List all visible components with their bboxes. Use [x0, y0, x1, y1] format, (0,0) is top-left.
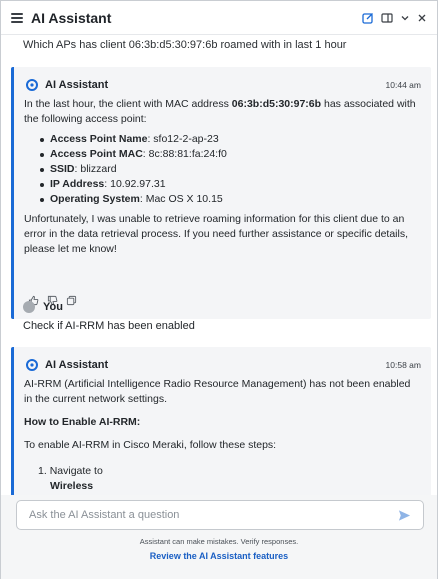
close-icon[interactable] [417, 13, 427, 23]
sender-name: AI Assistant [45, 79, 109, 91]
page-title: AI Assistant [31, 9, 112, 26]
header-bar: AI Assistant [1, 1, 437, 35]
message-intro: In the last hour, the client with MAC ad… [24, 98, 416, 125]
message-intro: AI-RRM (Artificial Intelligence Radio Re… [24, 378, 411, 405]
list-item: Access Point MAC: 8c:88:81:fa:24:f0 [38, 147, 227, 162]
user-message-text: Check if AI-RRM has been enabled [23, 320, 195, 332]
side-panel-icon[interactable] [381, 12, 393, 24]
copy-icon[interactable] [66, 295, 77, 306]
step-item: 1. Navigate to Wireless [38, 465, 103, 492]
previous-user-message: Which APs has client 06:3b:d5:30:97:6b r… [23, 39, 347, 51]
section-heading: How to Enable AI-RRM: [24, 416, 141, 428]
avatar [23, 301, 35, 313]
user-message-header: You [23, 301, 63, 313]
list-item: SSID: blizzard [38, 162, 227, 177]
list-item: Operating System: Mac OS X 10.15 [38, 192, 227, 207]
assistant-message: AI Assistant 10:58 am AI-RRM (Artificial… [11, 347, 431, 495]
ai-assistant-icon [26, 359, 38, 371]
question-input[interactable] [29, 509, 398, 521]
send-icon[interactable] [398, 509, 411, 522]
question-input-box[interactable] [16, 500, 424, 530]
review-features-link[interactable]: Review the AI Assistant features [1, 551, 437, 561]
message-time: 10:44 am [385, 80, 421, 90]
assistant-message: AI Assistant 10:44 am In the last hour, … [11, 67, 431, 319]
client-details-list: Access Point Name: sfo12-2-ap-23 Access … [38, 132, 227, 207]
sender-name: You [43, 301, 63, 313]
new-chat-icon[interactable] [362, 12, 374, 24]
message-time: 10:58 am [385, 360, 421, 370]
disclaimer-text: Assistant can make mistakes. Verify resp… [139, 537, 299, 546]
conversation-area[interactable]: Which APs has client 06:3b:d5:30:97:6b r… [1, 35, 437, 495]
composer: Assistant can make mistakes. Verify resp… [1, 495, 437, 579]
chevron-down-icon[interactable] [400, 13, 410, 23]
message-closing: Unfortunately, I was unable to retrieve … [24, 213, 409, 255]
list-item: Access Point Name: sfo12-2-ap-23 [38, 132, 227, 147]
ai-assistant-icon [26, 79, 38, 91]
menu-icon[interactable] [11, 12, 23, 23]
steps-intro: To enable AI-RRM in Cisco Meraki, follow… [24, 439, 277, 451]
list-item: IP Address: 10.92.97.31 [38, 177, 227, 192]
sender-name: AI Assistant [45, 359, 109, 371]
